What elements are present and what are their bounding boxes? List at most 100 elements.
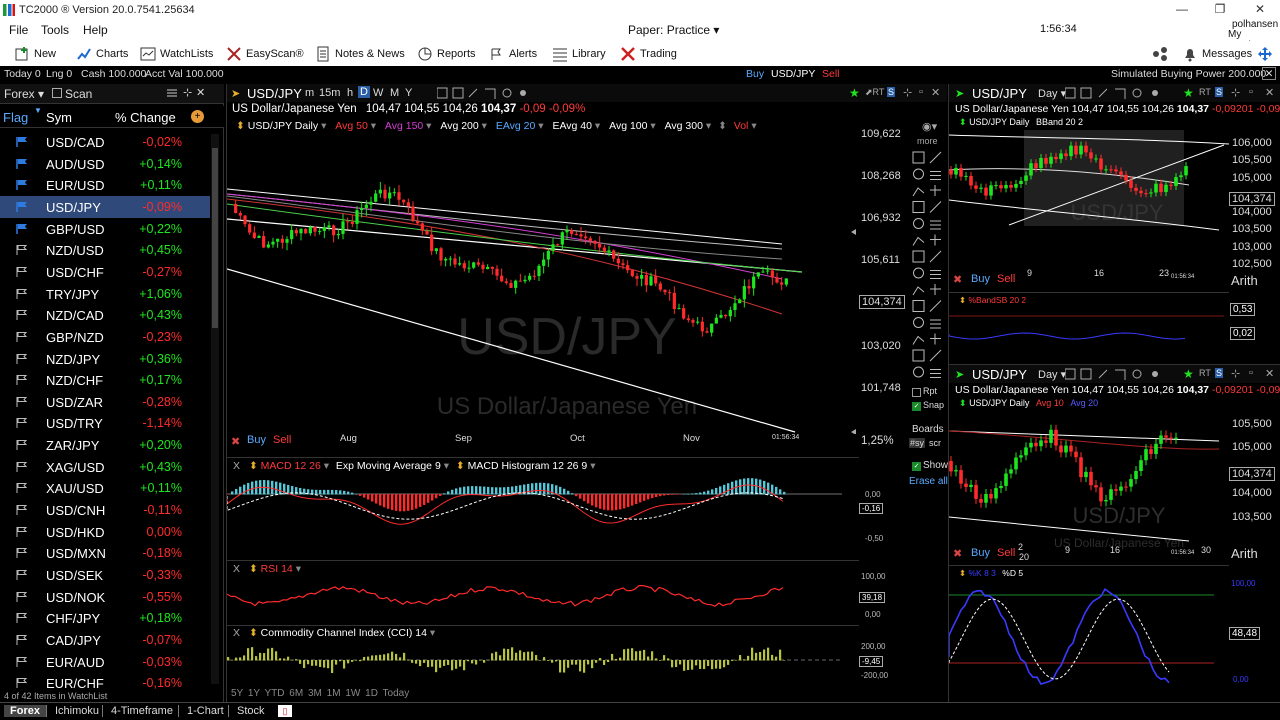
range-1y[interactable]: 1Y — [248, 688, 260, 699]
chart-sell-button[interactable]: Sell — [997, 273, 1015, 285]
legend-daily[interactable]: USD/JPY Daily — [969, 398, 1029, 408]
charts-button[interactable]: Charts — [76, 44, 128, 64]
date-axis[interactable]: Aug Sep Oct Nov 01:56:34 — [227, 432, 859, 446]
tab-stock[interactable]: Stock — [228, 705, 265, 717]
favorite-star-icon[interactable]: ★ — [1183, 86, 1194, 100]
zoom-eye-icon[interactable]: ◉▾ — [922, 120, 937, 133]
snap-checkbox[interactable]: ✓ — [912, 402, 921, 411]
watchlist-row[interactable]: EUR/AUD -0,03% — [0, 651, 210, 673]
chart-buy-button[interactable]: Buy — [247, 434, 266, 446]
chart-maximize-icon[interactable]: ▫ — [919, 86, 923, 98]
rsi-chart[interactable] — [227, 574, 859, 624]
tf-minute[interactable]: m — [305, 87, 314, 99]
tab-ichimoku[interactable]: Ichimoku — [46, 705, 99, 717]
sell-button[interactable]: Sell — [822, 68, 840, 80]
legend-avg20[interactable]: Avg 20 — [1070, 398, 1098, 408]
tag-button[interactable]: #sy — [909, 438, 926, 448]
right-top-price-scale[interactable]: 106,000 105,500 105,000 104,374 104,000 … — [1229, 136, 1280, 276]
tf-hour[interactable]: h — [347, 87, 353, 99]
flag-icon[interactable] — [16, 634, 28, 646]
watchlist-row[interactable]: NZD/CHF +0,17% — [0, 369, 210, 391]
range-3m[interactable]: 3M — [308, 688, 322, 699]
range-ytd[interactable]: YTD — [265, 688, 285, 699]
chart-tool-icons[interactable] — [1065, 87, 1169, 99]
flag-icon[interactable] — [16, 223, 28, 235]
right-top-price-chart[interactable]: USD/JPY — [949, 130, 1229, 270]
flag-icon[interactable] — [16, 504, 28, 516]
legend-eavg40[interactable]: EAvg 40 — [552, 120, 592, 132]
watchlist-row[interactable]: GBP/USD +0,22% — [0, 218, 210, 240]
chart-close-icon[interactable]: ✕ — [1265, 86, 1274, 99]
legend-vol[interactable]: Vol — [734, 120, 749, 132]
right-top-timeframe[interactable]: Day ▾ — [1038, 87, 1066, 100]
flag-icon[interactable] — [16, 396, 28, 408]
chart-pin-icon[interactable]: ⊹ — [1231, 367, 1240, 380]
rpt-checkbox[interactable] — [912, 388, 921, 397]
sync-icon[interactable]: S — [1215, 368, 1224, 378]
trading-button[interactable]: Trading — [620, 44, 677, 64]
chart-pin-icon[interactable]: ⊹ — [903, 86, 912, 99]
library-button[interactable]: Library — [552, 44, 606, 64]
chart-buy-button[interactable]: Buy — [971, 547, 990, 559]
tab-4-timeframe[interactable]: 4-Timeframe — [102, 705, 173, 717]
add-tab-icon[interactable]: ▯ — [278, 705, 292, 717]
cci-close-icon[interactable]: X — [233, 627, 240, 639]
watchlist-row[interactable]: NZD/CAD +0,43% — [0, 304, 210, 326]
scale-mode[interactable]: Arith — [1231, 546, 1258, 561]
move-button[interactable] — [1257, 44, 1273, 64]
range-5y[interactable]: 5Y — [231, 688, 243, 699]
trade-icon[interactable]: ✖ — [953, 547, 962, 560]
trade-icon[interactable]: ✖ — [231, 435, 240, 448]
watchlist-selector[interactable]: Forex ▾ — [4, 87, 44, 101]
alerts-button[interactable]: Alerts — [489, 44, 537, 64]
flag-icon[interactable] — [16, 482, 28, 494]
watchlist-row[interactable]: USD/CHF -0,27% — [0, 261, 210, 283]
tab-1-chart[interactable]: 1-Chart — [178, 705, 224, 717]
flag-icon[interactable] — [16, 677, 28, 689]
flag-icon[interactable] — [16, 526, 28, 538]
macd-close-icon[interactable]: X — [233, 460, 240, 472]
scale-mode[interactable]: Arith — [1231, 273, 1258, 288]
ema-label[interactable]: Exp Moving Average 9 — [336, 460, 441, 472]
watchlist-row[interactable]: XAU/USD +0,11% — [0, 477, 210, 499]
watchlist-row[interactable]: USD/NOK -0,55% — [0, 586, 210, 608]
flag-icon[interactable] — [16, 569, 28, 581]
stochastic-chart[interactable] — [949, 577, 1229, 693]
watchlist-row[interactable]: USD/HKD 0,00% — [0, 521, 210, 543]
watchlist-row[interactable]: TRY/JPY +1,06% — [0, 283, 210, 305]
flag-icon[interactable] — [16, 353, 28, 365]
close-button[interactable]: ✕ — [1240, 0, 1280, 19]
right-bottom-price-chart[interactable]: USD/JPY US Dollar/Japanese Yen — [949, 411, 1229, 551]
panel-pin-icon[interactable]: ⊹ — [183, 86, 192, 99]
flag-icon[interactable] — [16, 158, 28, 170]
main-symbol[interactable]: USD/JPY — [247, 86, 302, 101]
flag-icon[interactable] — [16, 439, 28, 451]
main-price-chart[interactable]: USD/JPY US Dollar/Japanese Yen — [227, 134, 909, 434]
watchlist-row[interactable]: NZD/JPY +0,36% — [0, 348, 210, 370]
chart-tool-icons[interactable] — [437, 87, 537, 99]
menu-file[interactable]: File — [9, 23, 28, 37]
chart-maximize-icon[interactable]: ▫ — [1249, 367, 1253, 379]
legend-avg200[interactable]: Avg 200 — [440, 120, 478, 132]
erase-all-button[interactable]: Erase all — [909, 476, 948, 487]
chart-buy-button[interactable]: Buy — [971, 273, 990, 285]
watchlist-row[interactable]: USD/JPY -0,09% — [0, 195, 210, 218]
bband-pct-label[interactable]: %BandSB 20 2 — [969, 295, 1027, 305]
legend-avg150[interactable]: Avg 150 — [385, 120, 423, 132]
flag-icon[interactable] — [16, 288, 28, 300]
right-bottom-symbol[interactable]: USD/JPY — [972, 367, 1027, 382]
flag-icon[interactable] — [16, 547, 28, 559]
chart-pin-icon[interactable]: ⊹ — [1231, 86, 1240, 99]
paper-account-dropdown[interactable]: Paper: Practice ▾ — [628, 23, 719, 37]
right-bottom-date-axis[interactable]: 2 20 9 16 30 01:56:34 — [949, 542, 1229, 562]
add-column-icon[interactable]: + — [191, 110, 204, 123]
restore-button[interactable]: ❐ — [1200, 0, 1240, 19]
range-1w[interactable]: 1W — [345, 688, 360, 699]
tf-day[interactable]: D — [358, 86, 370, 98]
watchlist-row[interactable]: CAD/JPY -0,07% — [0, 629, 210, 651]
flag-icon[interactable] — [16, 417, 28, 429]
tab-forex[interactable]: Forex — [4, 705, 46, 717]
watchlist-row[interactable]: USD/CAD -0,02% — [0, 131, 210, 153]
reports-button[interactable]: Reports — [417, 44, 476, 64]
messages-button[interactable]: Messages — [1182, 44, 1252, 64]
